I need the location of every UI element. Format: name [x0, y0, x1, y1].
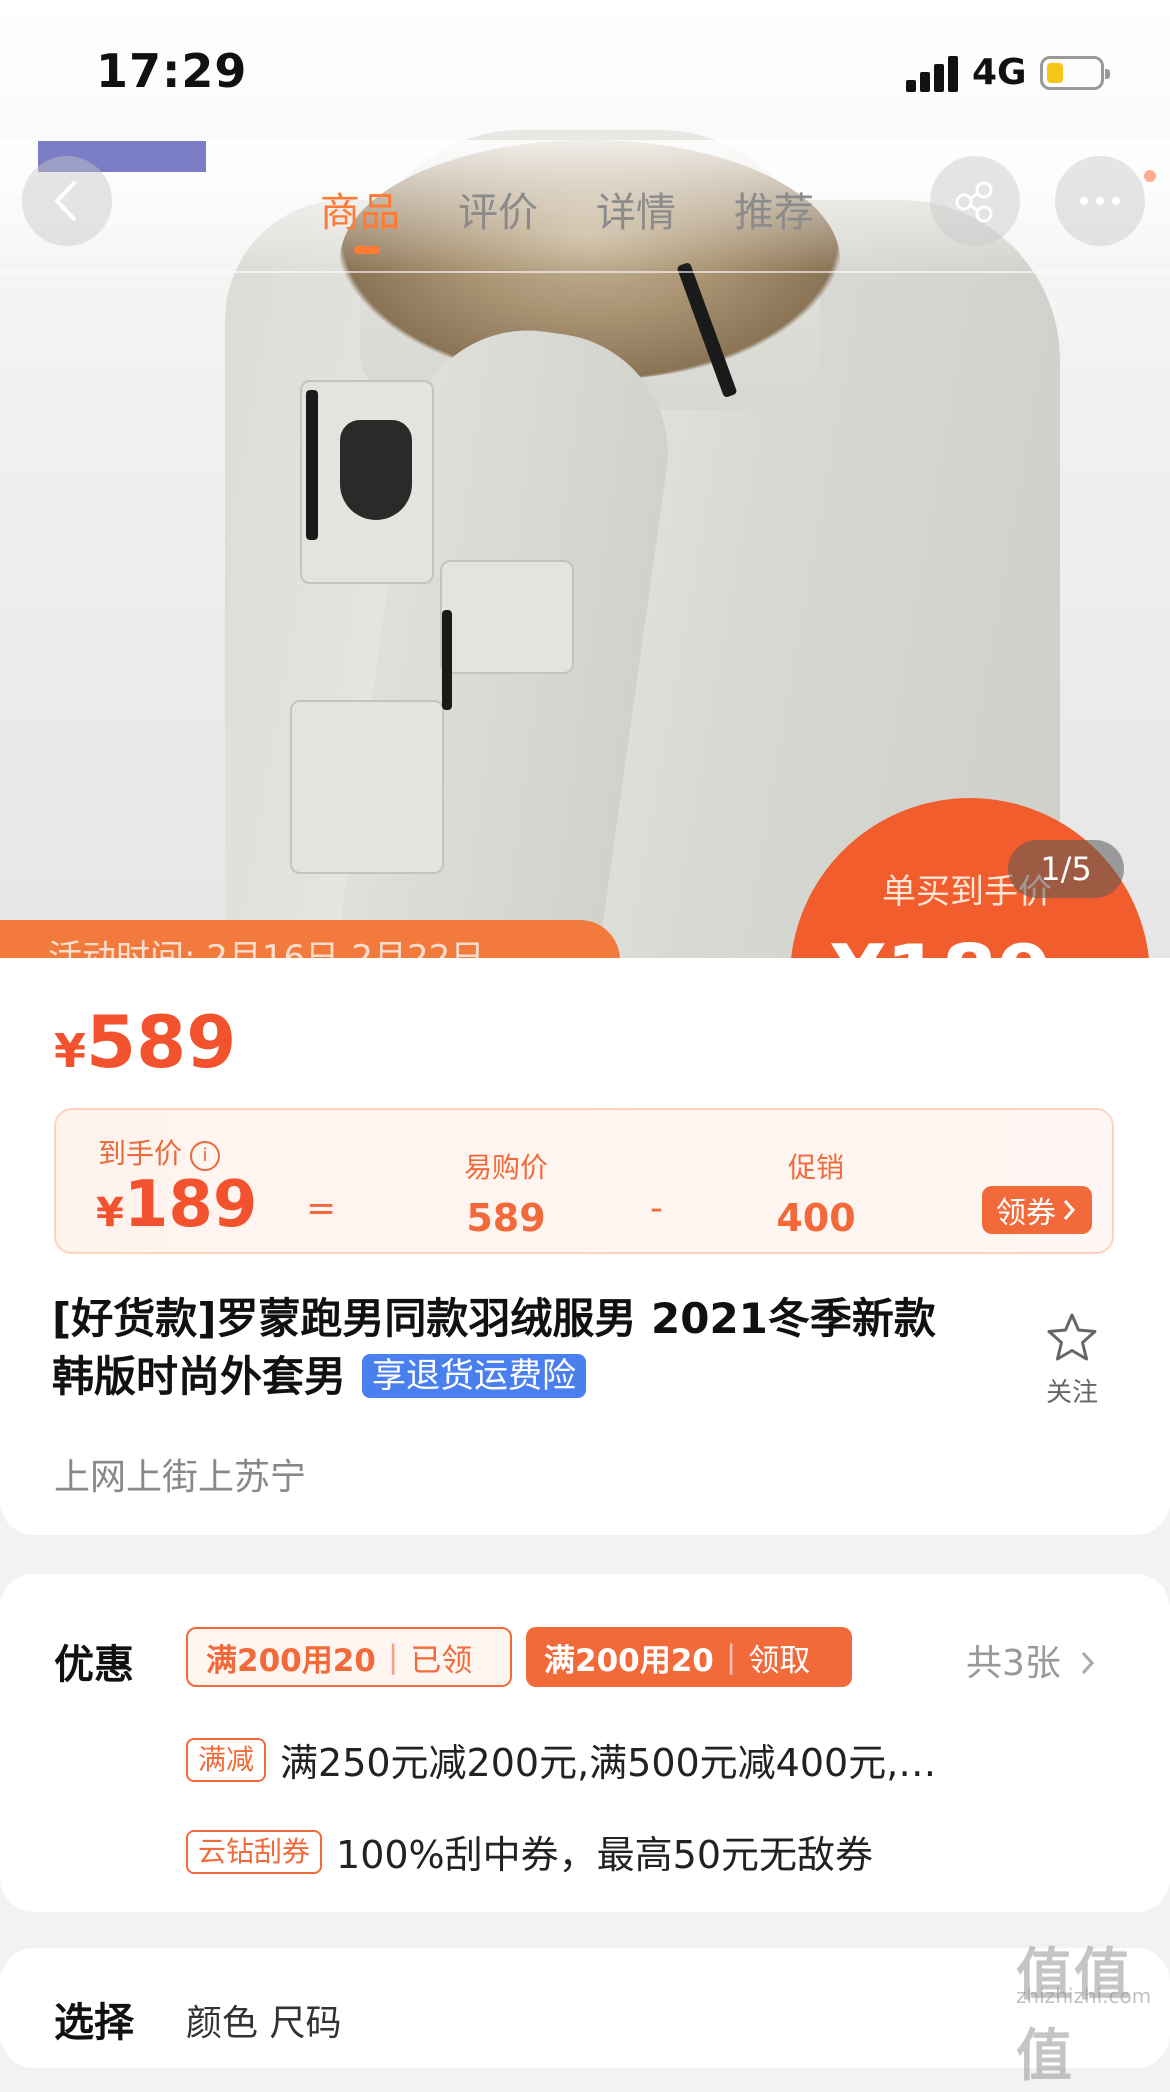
- share-icon: [955, 181, 993, 223]
- image-counter: 1/5: [1008, 840, 1124, 898]
- coupon-status: 已领: [410, 1642, 473, 1679]
- scratch-coupon-tag: 云钻刮券: [186, 1829, 323, 1874]
- discount-label: 优惠: [54, 1642, 134, 1688]
- status-time: 17:29: [96, 44, 248, 98]
- battery-icon: [1040, 56, 1110, 90]
- coupon-text: 满200用20: [544, 1642, 714, 1679]
- jacket-zipper: [442, 610, 452, 710]
- get-coupon-button[interactable]: 领券: [982, 1186, 1092, 1234]
- equals-sign: =: [306, 1188, 337, 1229]
- product-title-block: [好货款]罗蒙跑男同款羽绒服男 2021冬季新款韩版时尚外套男 享退货运费险: [52, 1290, 952, 1406]
- back-button[interactable]: [22, 156, 112, 246]
- base-price: 易购价 589: [436, 1146, 576, 1240]
- base-price-value: 589: [466, 1196, 546, 1240]
- select-options-card[interactable]: [0, 1948, 1170, 2068]
- promo-value: 400: [776, 1196, 856, 1240]
- select-value: 颜色 尺码: [186, 2003, 342, 2044]
- more-button[interactable]: [1055, 156, 1145, 246]
- base-price-label: 易购价: [463, 1151, 548, 1184]
- price-value: 589: [86, 1000, 237, 1084]
- tab-reviews[interactable]: 评价: [458, 180, 538, 238]
- share-button[interactable]: [930, 156, 1020, 246]
- status-bar: 17:29 4G: [0, 0, 1170, 140]
- jacket-pocket: [440, 560, 574, 674]
- final-price: ¥189: [96, 1168, 257, 1242]
- follow-button[interactable]: 关注: [1036, 1310, 1108, 1409]
- nav-divider: [0, 271, 1170, 273]
- select-label: 选择: [54, 2000, 134, 2046]
- jacket-pocket: [290, 700, 444, 874]
- get-coupon-label: 领券: [996, 1196, 1056, 1231]
- price: ¥589: [54, 1000, 236, 1084]
- info-icon[interactable]: i: [190, 1141, 221, 1171]
- scratch-coupon-promo[interactable]: 云钻刮券 100%刮中券，最高50元无敌券: [186, 1824, 873, 1879]
- full-reduction-tag: 满减: [186, 1737, 267, 1782]
- signal-icon: [906, 56, 960, 92]
- return-shipping-tag: 享退货运费险: [362, 1354, 587, 1398]
- price-badge-value: ¥189: [830, 928, 1053, 958]
- final-price-label-row: 到手价 i: [98, 1132, 221, 1172]
- scratch-coupon-text: 100%刮中券，最高50元无敌券: [336, 1833, 874, 1877]
- coupon-claimed[interactable]: 满200用20 | 已领: [186, 1627, 512, 1687]
- nav-tabs: 商品 评价 详情 推荐: [320, 180, 814, 254]
- coupon-claim[interactable]: 满200用20 | 领取: [526, 1627, 852, 1687]
- coupon-status: 领取: [748, 1642, 811, 1679]
- tab-recommend[interactable]: 推荐: [734, 180, 814, 238]
- jacket-zipper: [306, 390, 318, 540]
- chevron-right-icon: [1082, 1651, 1095, 1675]
- coupon-count-link[interactable]: 共3张: [966, 1634, 1098, 1686]
- coupon-count: 共3张: [966, 1643, 1061, 1684]
- star-icon: [1047, 1313, 1097, 1361]
- more-icon: [1080, 197, 1120, 205]
- final-price-value: 189: [123, 1168, 258, 1242]
- activity-time-text: 活动时间: 2月16日-2月22日: [48, 938, 485, 958]
- final-price-label: 到手价: [98, 1137, 183, 1170]
- tab-details[interactable]: 详情: [596, 180, 676, 238]
- price-breakdown: 到手价 i ¥189 = 易购价 589 - 促销 400 领券: [54, 1108, 1114, 1254]
- promo-discount: 促销 400: [756, 1146, 876, 1240]
- notification-dot: [1144, 170, 1156, 182]
- watermark-logo: 值值值: [1016, 1943, 1132, 2089]
- price-currency: ¥: [54, 1024, 87, 1078]
- coupon-text: 满200用20: [206, 1642, 376, 1679]
- store-slogan: 上网上街上苏宁: [54, 1457, 307, 1498]
- minus-sign: -: [650, 1188, 663, 1229]
- chevron-right-icon: [1063, 1200, 1076, 1220]
- full-reduction-text: 满250元减200元,满500元减400元,…: [280, 1741, 937, 1785]
- network-type: 4G: [972, 52, 1027, 93]
- follow-label: 关注: [1045, 1378, 1098, 1408]
- final-price-currency: ¥: [96, 1190, 124, 1236]
- back-arrow-icon: [54, 180, 77, 222]
- watermark-url: zhizhizhi.com: [1016, 1984, 1152, 2008]
- tab-product[interactable]: 商品: [320, 180, 400, 254]
- jacket-badge: [340, 420, 412, 520]
- activity-time-strip: 活动时间: 2月16日-2月22日: [0, 920, 620, 958]
- full-reduction-promo[interactable]: 满减 满250元减200元,满500元减400元,…: [186, 1732, 936, 1787]
- promo-label: 促销: [787, 1151, 844, 1184]
